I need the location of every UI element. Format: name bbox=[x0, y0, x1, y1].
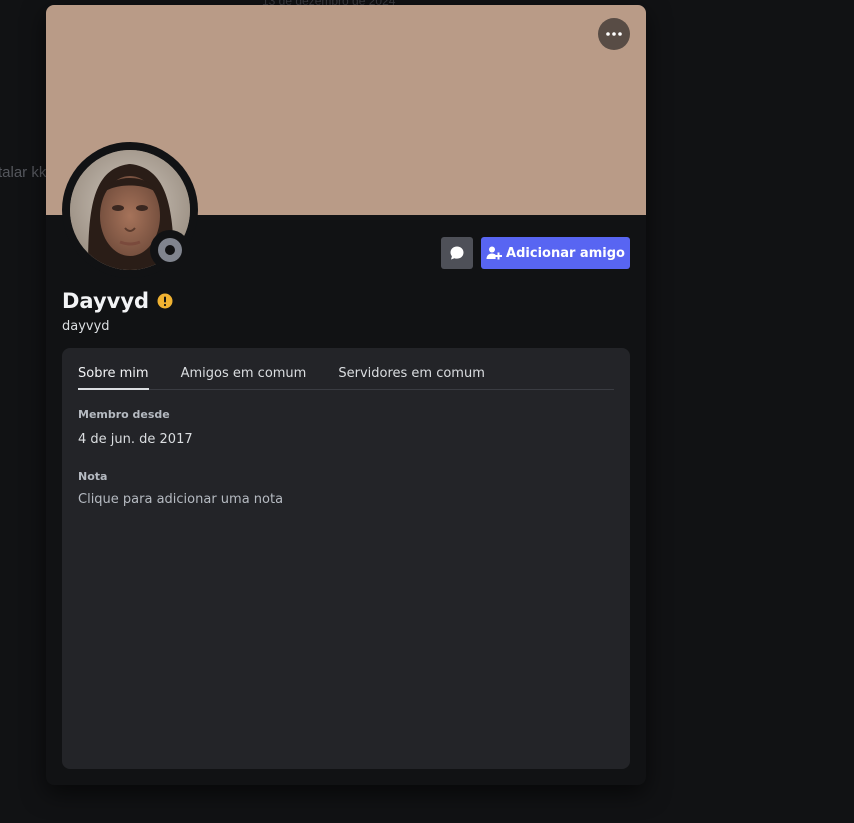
add-friend-label: Adicionar amigo bbox=[506, 245, 625, 261]
status-indicator bbox=[150, 230, 190, 270]
tab-about-me[interactable]: Sobre mim bbox=[78, 348, 149, 390]
tab-mutual-servers[interactable]: Servidores em comum bbox=[338, 348, 485, 389]
note-label: Nota bbox=[78, 470, 108, 483]
more-horizontal-icon bbox=[606, 32, 622, 36]
username: dayvyd bbox=[62, 319, 110, 334]
member-since-label: Membro desde bbox=[78, 408, 170, 421]
member-since-value: 4 de jun. de 2017 bbox=[78, 432, 193, 447]
note-input[interactable]: Clique para adicionar uma nota bbox=[78, 492, 283, 507]
add-friend-icon bbox=[486, 246, 503, 260]
tab-mutual-friends[interactable]: Amigos em comum bbox=[181, 348, 307, 389]
add-friend-button[interactable]: Adicionar amigo bbox=[481, 237, 630, 269]
warning-icon[interactable] bbox=[157, 293, 173, 309]
avatar-container[interactable] bbox=[62, 142, 198, 278]
profile-tabs: Sobre mim Amigos em comum Servidores em … bbox=[78, 348, 614, 390]
more-options-button[interactable] bbox=[598, 18, 630, 50]
profile-info-panel: Sobre mim Amigos em comum Servidores em … bbox=[62, 348, 630, 769]
display-name: Dayvyd bbox=[62, 289, 150, 313]
background-message: talar kk bbox=[0, 164, 47, 181]
user-profile-modal: Adicionar amigo Dayvyd dayvyd Sobre mim … bbox=[46, 5, 646, 785]
offline-status-icon bbox=[158, 238, 182, 262]
display-name-row: Dayvyd bbox=[62, 289, 173, 313]
chat-bubble-icon bbox=[450, 246, 464, 260]
send-message-button[interactable] bbox=[441, 237, 473, 269]
